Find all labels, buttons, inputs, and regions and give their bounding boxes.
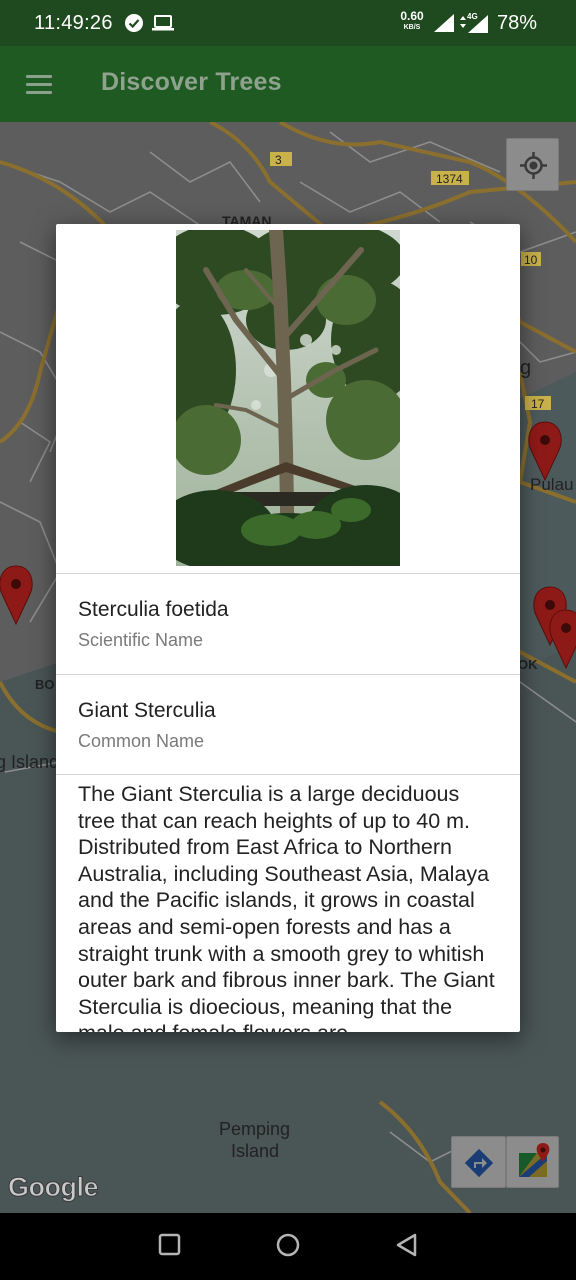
signal-icon: [433, 13, 455, 38]
map-label-road-17: 17: [531, 397, 545, 411]
recents-button[interactable]: [158, 1233, 182, 1262]
square-icon: [158, 1233, 181, 1256]
navigation-bar: [0, 1213, 576, 1280]
crosshair-icon: [520, 152, 547, 179]
map-label-ok: OK: [518, 657, 538, 672]
back-triangle-icon: [396, 1233, 417, 1257]
google-maps-icon: [519, 1143, 550, 1177]
open-in-maps-button[interactable]: [506, 1136, 559, 1188]
status-time: 11:49:26: [34, 12, 113, 34]
network-type-label: 4G: [467, 12, 478, 21]
status-bar: 11:49:26 0.60 KB/S 4G 78%: [0, 0, 576, 46]
scientific-name-field: Sterculia foetida Scientific Name: [78, 598, 229, 651]
common-name-value: Giant Sterculia: [78, 699, 216, 722]
my-location-button[interactable]: [506, 138, 559, 191]
map-label-island-left: g Island: [0, 752, 59, 772]
map-label-pulau: Pulau: [530, 475, 573, 494]
scientific-name-value: Sterculia foetida: [78, 598, 229, 621]
common-name-label: Common Name: [78, 731, 205, 751]
home-button[interactable]: [276, 1233, 300, 1262]
circle-icon: [276, 1233, 300, 1257]
divider: [56, 674, 520, 675]
tree-photo: [176, 230, 400, 566]
directions-button[interactable]: [451, 1136, 506, 1188]
map-label-pemping-island: Island: [231, 1141, 279, 1161]
signal-4g-icon: 4G: [458, 11, 490, 40]
network-speed: 0.60 KB/S: [400, 9, 424, 31]
back-button[interactable]: [395, 1233, 419, 1262]
common-name-field: Giant Sterculia Common Name: [78, 699, 216, 752]
map-label-g: g: [520, 357, 531, 379]
map-label-road-1374: 1374: [436, 172, 463, 186]
tree-detail-dialog: Sterculia foetida Scientific Name Giant …: [56, 224, 520, 1032]
app-title: Discover Trees: [101, 68, 282, 96]
battery-level: 78%: [497, 12, 538, 34]
check-circle-icon: [124, 13, 144, 38]
tree-photo-container: [56, 224, 520, 574]
map-label-bo: BO: [35, 677, 55, 692]
divider: [56, 774, 520, 775]
map-label-pemping: Pemping: [219, 1119, 290, 1139]
google-logo: Google: [8, 1172, 100, 1203]
map-label-road-3: 3: [275, 153, 282, 167]
directions-icon: [464, 1148, 494, 1178]
laptop-icon: [152, 15, 174, 36]
scientific-name-label: Scientific Name: [78, 630, 204, 650]
app-bar: Discover Trees: [0, 46, 576, 122]
divider: [56, 573, 520, 574]
map-label-road-10: 10: [524, 253, 538, 267]
tree-description[interactable]: The Giant Sterculia is a large deciduous…: [78, 781, 502, 1032]
menu-icon[interactable]: [20, 66, 58, 102]
